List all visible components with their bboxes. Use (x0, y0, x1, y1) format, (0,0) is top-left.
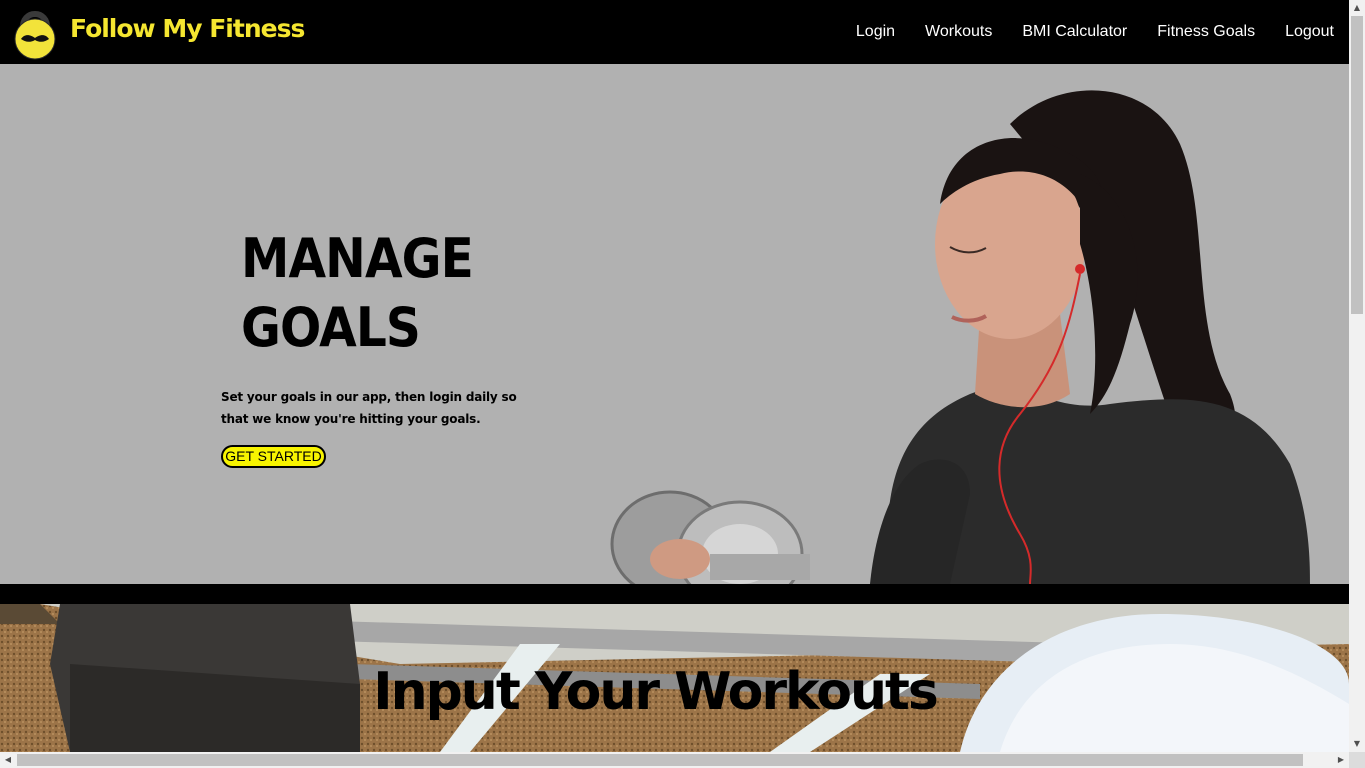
brand-name[interactable]: Follow My Fitness (70, 14, 305, 43)
page: Follow My Fitness Login Workouts BMI Cal… (0, 0, 1365, 768)
main-nav: Login Workouts BMI Calculator Fitness Go… (826, 0, 1334, 64)
hero-title-line1: MANAGE (241, 227, 474, 290)
nav-login[interactable]: Login (856, 23, 895, 41)
workouts-title: Input Your Workouts (373, 662, 939, 722)
arrow-left-icon[interactable]: ◀ (0, 752, 16, 768)
arrow-down-icon[interactable]: ▼ (1349, 736, 1365, 752)
section-divider (0, 584, 1349, 604)
arrow-up-icon[interactable]: ▲ (1349, 0, 1365, 16)
nav-logout[interactable]: Logout (1285, 23, 1334, 41)
hero-title: MANAGE GOALS (241, 224, 474, 362)
hero-section: MANAGE GOALS Set your goals in our app, … (0, 64, 1349, 584)
horizontal-scrollbar[interactable]: ◀ ▶ (0, 752, 1349, 768)
workouts-section: Input Your Workouts (0, 604, 1349, 752)
nav-bmi-calculator[interactable]: BMI Calculator (1022, 23, 1127, 41)
vertical-scrollbar[interactable]: ▲ ▼ (1349, 0, 1365, 752)
horizontal-scroll-thumb[interactable] (17, 754, 1303, 766)
scrollbar-corner (1349, 752, 1365, 768)
arrow-right-icon[interactable]: ▶ (1333, 752, 1349, 768)
kettlebell-mustache-icon[interactable] (13, 5, 57, 60)
nav-fitness-goals[interactable]: Fitness Goals (1157, 23, 1255, 41)
hero-title-line2: GOALS (241, 296, 421, 359)
nav-workouts[interactable]: Workouts (925, 23, 992, 41)
hero-woman-dumbbell-image (610, 90, 1310, 584)
vertical-scroll-thumb[interactable] (1351, 16, 1363, 314)
site-header: Follow My Fitness Login Workouts BMI Cal… (0, 0, 1349, 64)
hero-description: Set your goals in our app, then login da… (221, 390, 517, 426)
get-started-button[interactable]: GET STARTED (221, 445, 326, 468)
